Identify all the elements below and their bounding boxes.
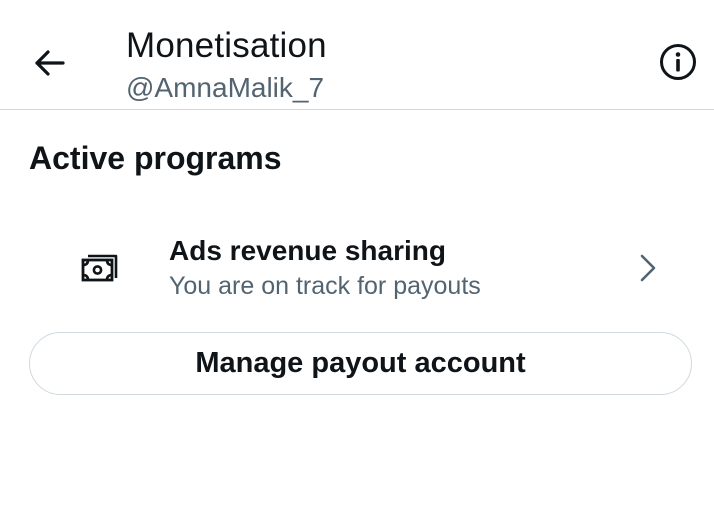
program-status: You are on track for payouts [169, 272, 481, 300]
manage-payout-account-button[interactable]: Manage payout account [29, 332, 692, 395]
money-icon [81, 254, 118, 282]
chevron-right-icon [640, 254, 656, 282]
program-title: Ads revenue sharing [169, 235, 446, 266]
back-button[interactable] [26, 40, 72, 86]
info-button[interactable] [654, 38, 702, 86]
info-circle-icon [660, 44, 696, 80]
account-handle: @AmnaMalik_7 [126, 72, 325, 103]
top-app-bar: Monetisation @AmnaMalik_7 [0, 0, 714, 110]
ads-revenue-sharing-item[interactable]: Ads revenue sharing You are on track for… [0, 220, 714, 316]
page-title: Monetisation [126, 26, 327, 65]
arrow-left-icon [35, 50, 65, 76]
section-heading-active-programs: Active programs [29, 140, 282, 176]
